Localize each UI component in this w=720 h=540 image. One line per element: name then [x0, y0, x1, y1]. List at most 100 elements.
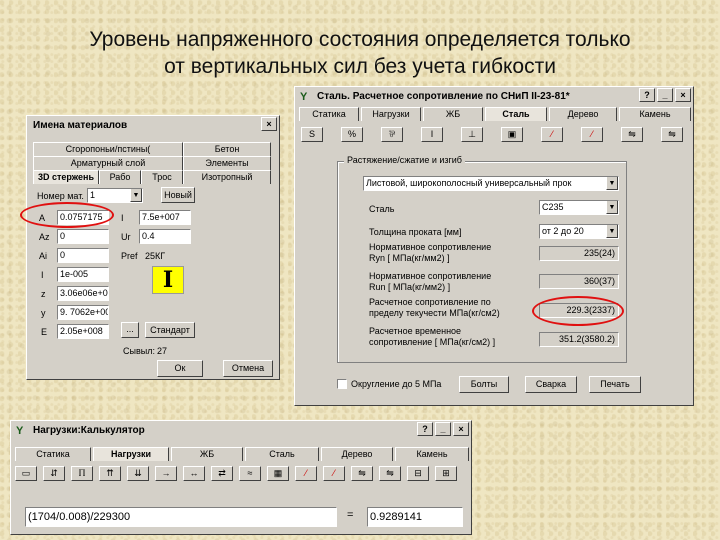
tool-arrows-icon[interactable]: ⇋ [621, 127, 643, 142]
tab-3d-bar[interactable]: 3D стержень [33, 170, 99, 184]
tool-wave-icon[interactable]: ≈ [239, 466, 261, 481]
tab-stone[interactable]: Камень [395, 447, 469, 461]
param-field-i[interactable]: 7.5e+007 [139, 210, 191, 225]
tool-swap-icon[interactable]: ⇄ [211, 466, 233, 481]
design-tensile-value: 351.2(3580.2) [539, 332, 619, 347]
close-icon[interactable]: × [261, 117, 277, 131]
design-tensile-label-1: Расчетное временное [369, 326, 462, 336]
chevron-down-icon: ▼ [606, 177, 618, 190]
param-field-i2[interactable]: 1e-005 [57, 267, 109, 282]
thickness-select[interactable]: от 2 до 20 ▼ [539, 224, 619, 239]
calculator-window: Y Нагрузки:Калькулятор ? _ × Статика Наг… [10, 420, 472, 535]
param-field-z[interactable]: 3.06e06e+005 [57, 286, 109, 301]
steel-window-title: Сталь. Расчетное сопротивление по СНиП I… [317, 91, 570, 102]
ok-button[interactable]: Ок [157, 360, 203, 377]
param-label-ur: Ur [121, 232, 131, 242]
tool-slash2-icon[interactable]: ⁄ [581, 127, 603, 142]
tab-elements[interactable]: Элементы [183, 156, 271, 170]
steel-window-titlebar: Y Сталь. Расчетное сопротивление по СНиП… [297, 89, 691, 105]
tool-up-icon[interactable]: ⇈ [99, 466, 121, 481]
help-icon[interactable]: ? [639, 88, 655, 102]
tool-leftright-icon[interactable]: ↔ [183, 466, 205, 481]
param-label-y: y [41, 308, 46, 318]
tool-arrows-icon[interactable]: ⇋ [351, 466, 373, 481]
equals-sign: = [347, 509, 354, 521]
profile-select[interactable]: Листовой, широкополосный универсальный п… [363, 176, 619, 191]
tool-plus-box-icon[interactable]: ⊞ [435, 466, 457, 481]
help-icon[interactable]: ? [417, 422, 433, 436]
tab-cable[interactable]: Трос [141, 170, 183, 184]
tab-plates[interactable]: Сгоропоньи/пстины( [33, 142, 183, 156]
param-field-ur[interactable]: 0.4 [139, 229, 191, 244]
tab-work[interactable]: Рабо [99, 170, 141, 184]
tool-block-icon[interactable]: ▭ [15, 466, 37, 481]
ellipsis-button[interactable]: ... [121, 322, 139, 338]
material-number-select[interactable]: 1 ▼ [87, 188, 143, 203]
tab-wood[interactable]: Дерево [321, 447, 393, 461]
cancel-button[interactable]: Отмена [223, 360, 273, 377]
tool-updown-icon[interactable]: ⇵ [43, 466, 65, 481]
i-beam-section-icon[interactable]: I [152, 266, 184, 294]
tool-frame-icon[interactable]: ℿ [71, 466, 93, 481]
tab-statics[interactable]: Статика [299, 107, 359, 121]
welds-button[interactable]: Сварка [525, 376, 577, 393]
tab-rc[interactable]: ЖБ [171, 447, 243, 461]
tab-isotropic[interactable]: Изотропный [183, 170, 271, 184]
tool-percent-icon[interactable]: % [341, 127, 363, 142]
new-material-button[interactable]: Новый [161, 187, 195, 203]
tab-wood[interactable]: Дерево [549, 107, 617, 121]
thickness-label: Толщина проката [мм] [369, 227, 462, 237]
chevron-down-icon: ▼ [130, 189, 142, 202]
tool-section-icon[interactable]: ▣ [501, 127, 523, 142]
annotation-ellipse-a [20, 202, 114, 228]
norm-tensile-value: 360(37) [539, 274, 619, 289]
tab-rc[interactable]: ЖБ [423, 107, 483, 121]
close-icon[interactable]: × [675, 88, 691, 102]
param-label-az: Az [39, 232, 50, 242]
tool-minus-box-icon[interactable]: ⊟ [407, 466, 429, 481]
design-yield-label-1: Расчетное сопротивление по [369, 297, 491, 307]
param-label-ai: Ai [39, 251, 48, 261]
tool-right-icon[interactable]: → [155, 466, 177, 481]
tool-arrows2-icon[interactable]: ⇋ [379, 466, 401, 481]
tool-s-icon[interactable]: S [301, 127, 323, 142]
minimize-icon[interactable]: _ [435, 422, 451, 436]
tool-slash-icon[interactable]: ⁄ [295, 466, 317, 481]
material-number-label: Номер мат. [37, 191, 84, 201]
annotation-ellipse-design-yield [532, 296, 624, 326]
print-button[interactable]: Печать [589, 376, 641, 393]
param-field-e[interactable]: 2.05e+008 [57, 324, 109, 339]
design-tensile-label-2: сопротивление [ МПа(кг/см2) ] [369, 337, 496, 347]
tab-statics[interactable]: Статика [15, 447, 91, 461]
steel-grade-select[interactable]: С235 ▼ [539, 200, 619, 215]
tab-loads[interactable]: Нагрузки [93, 447, 169, 461]
tool-down-icon[interactable]: ⇊ [127, 466, 149, 481]
bolts-button[interactable]: Болты [459, 376, 509, 393]
param-field-az[interactable]: 0 [57, 229, 109, 244]
tool-grid-icon[interactable]: ▦ [267, 466, 289, 481]
norm-tensile-label-2: Run [ МПа(кг/мм2) ] [369, 282, 451, 292]
param-field-y[interactable]: 9. 7062e+005 [57, 305, 109, 320]
tab-concrete[interactable]: Бетон [183, 142, 271, 156]
tool-angle-icon[interactable]: ⊥ [461, 127, 483, 142]
expression-input[interactable]: (1704/0.008)/229300 [25, 507, 337, 527]
tool-bolt-icon[interactable]: ⅌ [381, 127, 403, 142]
close-icon[interactable]: × [453, 422, 469, 436]
rounding-checkbox[interactable] [337, 379, 347, 389]
param-label-e: E [41, 327, 48, 337]
tab-rebar-layer[interactable]: Арматурный слой [33, 156, 183, 170]
standard-button[interactable]: Стандарт [145, 322, 195, 338]
minimize-icon[interactable]: _ [657, 88, 673, 102]
tool-beam-icon[interactable]: Ι [421, 127, 443, 142]
tool-arrows2-icon[interactable]: ⇋ [661, 127, 683, 142]
param-field-ai[interactable]: 0 [57, 248, 109, 263]
tab-stone[interactable]: Камень [619, 107, 691, 121]
tool-slash-icon[interactable]: ⁄ [541, 127, 563, 142]
param-label-i2: I [41, 270, 44, 280]
design-yield-label-2: пределу текучести МПа(кг/см2) [369, 308, 500, 318]
tab-steel[interactable]: Сталь [245, 447, 319, 461]
tab-loads[interactable]: Нагрузки [361, 107, 421, 121]
chevron-down-icon: ▼ [606, 225, 618, 238]
tool-slash2-icon[interactable]: ⁄ [323, 466, 345, 481]
tab-steel[interactable]: Сталь [485, 107, 547, 121]
